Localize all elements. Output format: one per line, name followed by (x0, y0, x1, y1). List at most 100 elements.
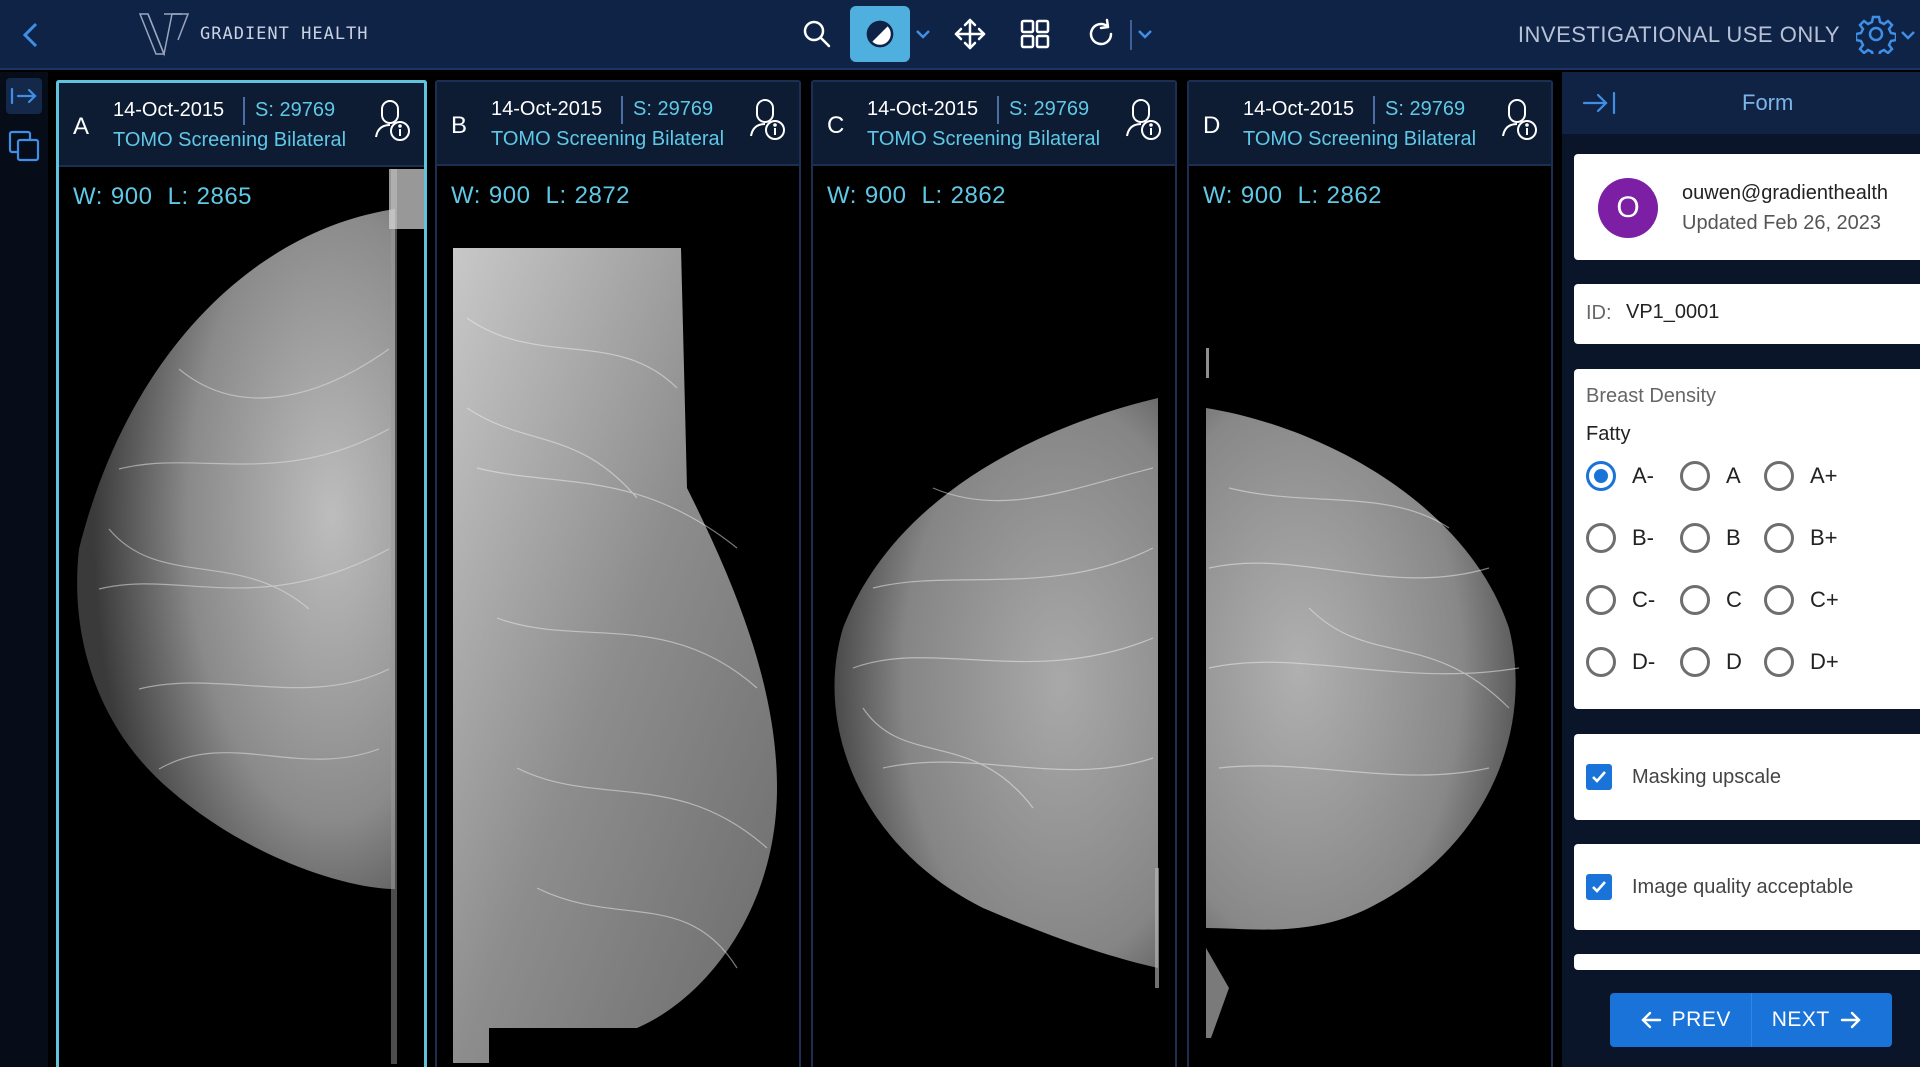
level-label: L: (545, 182, 567, 209)
updated-timestamp: Updated Feb 26, 2023 (1682, 212, 1882, 234)
radio-label: B- (1632, 525, 1654, 550)
radio-circle (1586, 523, 1616, 553)
radio-label: A+ (1810, 463, 1838, 488)
level-value: 2865 (196, 183, 253, 210)
avatar: O (1598, 178, 1658, 238)
id-field[interactable]: ID: VP1_0001 (1574, 284, 1920, 344)
radio-d-plus[interactable]: D+ (1764, 647, 1839, 677)
series-number: S: 29769 (255, 99, 336, 121)
window-label: W: (827, 182, 857, 209)
id-value: VP1_0001 (1626, 301, 1720, 323)
user-email: ouwen@gradienthealth (1682, 182, 1889, 204)
viewport-d[interactable]: D 14-Oct-2015 S: 29769 TOMO Screening Bi… (1187, 80, 1553, 1067)
viewport-header: B 14-Oct-2015 S: 29769 TOMO Screening Bi… (437, 82, 799, 166)
density-title: Breast Density (1586, 385, 1717, 407)
radio-circle (1764, 461, 1794, 491)
gear-icon[interactable] (1856, 14, 1896, 54)
radio-circle (1764, 647, 1794, 677)
left-rail (0, 72, 48, 1067)
investigational-notice: INVESTIGATIONAL USE ONLY (1517, 22, 1840, 47)
radio-circle (1586, 585, 1616, 615)
study-description: TOMO Screening Bilateral (113, 129, 347, 151)
radio-b[interactable]: B (1680, 523, 1741, 553)
radio-circle (1680, 461, 1710, 491)
chevron-down-icon[interactable] (1134, 22, 1156, 46)
mammogram-image[interactable] (1189, 168, 1551, 1067)
viewport-letter: D (1203, 112, 1221, 139)
viewport-letter: A (73, 113, 90, 140)
masking-upscale-checkbox[interactable]: Masking upscale (1586, 764, 1781, 790)
window-value: 900 (488, 182, 531, 209)
radio-label: C- (1632, 587, 1656, 612)
window-label: W: (1203, 182, 1233, 209)
prev-label: PREV (1671, 1008, 1731, 1031)
viewport-header: D 14-Oct-2015 S: 29769 TOMO Screening Bi… (1189, 82, 1551, 166)
radio-b-plus[interactable]: B+ (1764, 523, 1838, 553)
back-chevron-icon[interactable] (16, 18, 46, 52)
patient-info-icon[interactable] (1123, 96, 1163, 142)
layout-tool-button[interactable] (1012, 6, 1058, 62)
image-quality-card: Image quality acceptable (1574, 844, 1920, 930)
radio-c[interactable]: C (1680, 585, 1742, 615)
mammogram-image[interactable] (813, 168, 1175, 1067)
viewport-b[interactable]: B 14-Oct-2015 S: 29769 TOMO Screening Bi… (435, 80, 801, 1067)
header-divider (997, 96, 999, 124)
checkbox-checked (1586, 764, 1612, 790)
patient-info-icon[interactable] (747, 96, 787, 142)
arrow-right-icon (1840, 1011, 1861, 1029)
radio-label: D+ (1810, 649, 1839, 674)
window-value: 900 (110, 183, 153, 210)
patient-info-icon[interactable] (372, 97, 412, 143)
window-level-readout: W: 900 L: 2865 (73, 183, 260, 211)
radio-c-plus[interactable]: C+ (1764, 585, 1839, 615)
image-quality-checkbox[interactable]: Image quality acceptable (1586, 874, 1853, 900)
radio-b-minus[interactable]: B- (1586, 523, 1654, 553)
study-description: TOMO Screening Bilateral (491, 128, 725, 150)
series-panel-button[interactable] (6, 128, 42, 164)
window-level-tool-button[interactable] (850, 6, 910, 62)
move-icon (954, 18, 986, 50)
study-date: 14-Oct-2015 (491, 98, 603, 120)
radio-label: D (1726, 649, 1742, 674)
next-label: NEXT (1771, 1008, 1830, 1031)
collapse-panel-icon[interactable] (1582, 88, 1618, 118)
reset-tool-button[interactable] (1078, 6, 1124, 62)
radio-circle (1586, 647, 1616, 677)
viewport-c[interactable]: C 14-Oct-2015 S: 29769 TOMO Screening Bi… (811, 80, 1177, 1067)
checkbox-checked (1586, 874, 1612, 900)
radio-d-minus[interactable]: D- (1586, 647, 1655, 677)
mammogram-image[interactable] (437, 168, 799, 1067)
level-value: 2862 (950, 182, 1007, 209)
top-toolbar: GRADIENT HEALTH INVESTIGATIONAL USE ONLY (0, 0, 1920, 70)
id-label: ID: (1586, 302, 1612, 324)
study-description: TOMO Screening Bilateral (867, 128, 1101, 150)
radio-a-plus[interactable]: A+ (1764, 461, 1838, 491)
chevron-down-icon[interactable] (912, 22, 934, 46)
radio-d[interactable]: D (1680, 647, 1742, 677)
masking-upscale-card: Masking upscale (1574, 734, 1920, 820)
pan-tool-button[interactable] (948, 6, 992, 62)
viewport-a[interactable]: A 14-Oct-2015 S: 29769 TOMO Screening Bi… (56, 80, 427, 1067)
next-button[interactable]: NEXT (1750, 993, 1893, 1047)
expand-panel-button[interactable] (6, 78, 42, 114)
patient-info-icon[interactable] (1499, 96, 1539, 142)
header-divider (1373, 96, 1375, 124)
window-level-readout: W: 900 L: 2872 (451, 182, 638, 210)
window-level-readout: W: 900 L: 2862 (1203, 182, 1390, 210)
prev-button[interactable]: PREV (1610, 993, 1751, 1047)
radio-circle (1586, 461, 1616, 491)
radio-label: B (1726, 525, 1741, 550)
rotate-icon (1089, 18, 1113, 46)
radio-label: C (1726, 587, 1742, 612)
mammogram-image[interactable] (59, 169, 424, 1067)
radio-a[interactable]: A (1680, 461, 1741, 491)
radio-c-minus[interactable]: C- (1586, 585, 1655, 615)
brand-name: GRADIENT HEALTH (200, 24, 369, 44)
search-tool-button[interactable] (792, 6, 842, 62)
chevron-down-icon[interactable] (1898, 24, 1918, 46)
viewport-letter: B (451, 112, 468, 139)
radio-circle (1680, 523, 1710, 553)
panel-header: Form (1562, 72, 1920, 134)
radio-a-minus[interactable]: A- (1586, 461, 1654, 491)
checkbox-label: Image quality acceptable (1632, 875, 1854, 898)
